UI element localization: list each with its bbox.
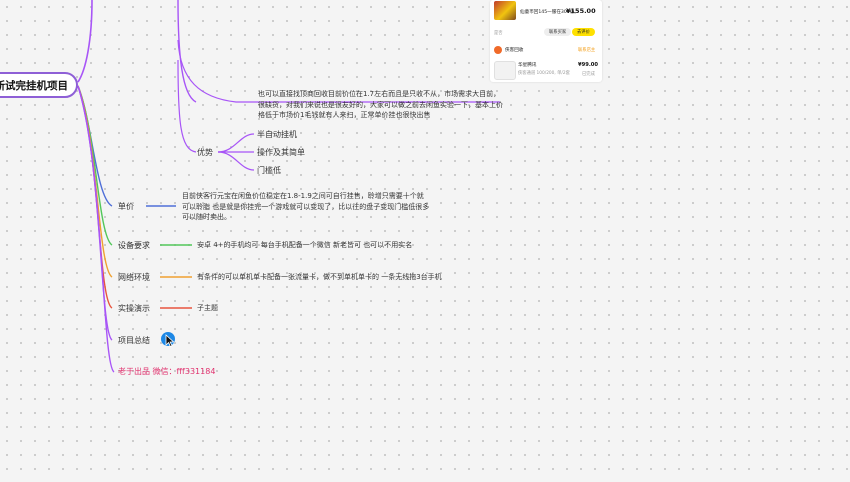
connector-top-mid xyxy=(177,0,197,103)
product-thumbnail xyxy=(494,1,516,20)
item2-subtitle: 侠客通道 100/200, 单/2套 xyxy=(518,71,570,76)
order-item-price: ¥155.00 xyxy=(566,7,596,15)
price-desc-text[interactable]: 也可以直接找顶商回收目前价位在1.7左右而且是只收不从，市场需求大目前，很缺货，… xyxy=(258,89,504,121)
embedded-order-screenshot: 仙童币回145一服在300级。 ¥155.00 是否 联系买家 去评价 侠客回收… xyxy=(490,0,602,82)
item2-title: 华星腾讯 xyxy=(518,63,537,68)
node-contact[interactable]: 老于出品 微信：fff331184 xyxy=(118,366,215,377)
node-advantages[interactable]: 优势 xyxy=(197,147,213,158)
node-adv-item-1[interactable]: 半自动挂机 xyxy=(257,129,297,140)
connector-top-left xyxy=(77,0,93,83)
demo-subtopic[interactable]: 子主题 xyxy=(197,303,218,314)
node-demo[interactable]: 实操演示 xyxy=(118,303,150,314)
node-network[interactable]: 网络环境 xyxy=(118,272,150,283)
item-avatar xyxy=(494,61,516,80)
contact-buyer-button[interactable]: 联系买家 xyxy=(544,28,572,36)
node-summary[interactable]: 项目总结 xyxy=(118,335,150,346)
root-topic-label: 新试完挂机项目 xyxy=(0,79,68,92)
item2-price: ¥99.00 xyxy=(578,62,599,68)
root-topic[interactable]: 新试完挂机项目 xyxy=(0,72,78,98)
node-unit-price[interactable]: 单价 xyxy=(118,201,134,212)
review-button[interactable]: 去评价 xyxy=(572,28,595,36)
shop-logo-icon xyxy=(494,46,502,54)
connector-adv-3 xyxy=(217,151,255,171)
contact-shop-link[interactable]: 联系店主 xyxy=(578,47,595,53)
connector-demo xyxy=(77,85,113,309)
node-device[interactable]: 设备要求 xyxy=(118,240,150,251)
node-adv-item-2[interactable]: 操作及其简单 xyxy=(257,147,305,158)
connector-summary xyxy=(77,85,113,341)
shop-name: 侠客回收 xyxy=(505,48,524,53)
connector-device xyxy=(77,85,113,246)
order-left-label: 是否 xyxy=(494,31,503,36)
node-adv-item-3[interactable]: 门槛低 xyxy=(257,165,281,176)
device-desc[interactable]: 安卓 4+的手机均可 每台手机配备一个微信 新老皆可 也可以不用实名 xyxy=(197,240,412,251)
connector-adv-1 xyxy=(217,133,255,153)
item2-status: 已完成 xyxy=(582,72,595,77)
cursor-highlight xyxy=(161,332,177,348)
mouse-pointer-icon xyxy=(165,334,175,348)
network-desc[interactable]: 有条件的可以单机单卡配备一张流量卡，做不到单机单卡的 一条无线拖3台手机 xyxy=(197,272,442,283)
unit-price-desc[interactable]: 目前侠客行元宝在闲鱼价位稳定在1.8-1.9之间可自行挂售，聆增只需要十个就可以… xyxy=(182,191,430,223)
